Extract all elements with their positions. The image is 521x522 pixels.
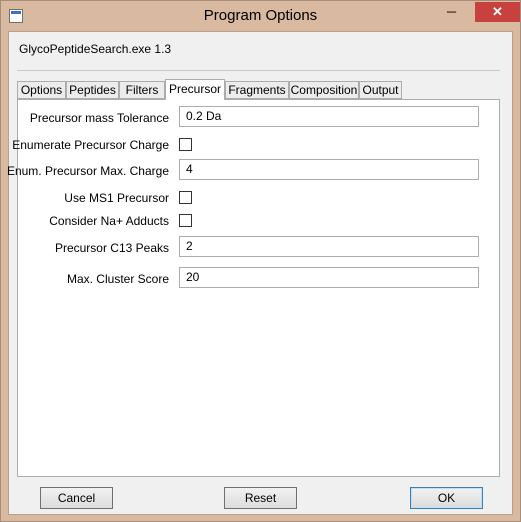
tab-composition[interactable]: Composition [289,81,359,99]
close-icon[interactable]: ✕ [475,2,520,22]
tab-options[interactable]: Options [17,81,66,99]
title-bar[interactable]: Program Options ─ ✕ [1,1,520,31]
enumerate-charge-label: Enumerate Precursor Charge [12,138,169,152]
tab-fragments[interactable]: Fragments [225,81,289,99]
minimize-icon[interactable]: ─ [438,2,465,22]
max-cluster-label: Max. Cluster Score [66,272,169,286]
c13-peaks-label: Precursor C13 Peaks [54,241,169,255]
tab-filters[interactable]: Filters [119,81,165,99]
reset-button[interactable]: Reset [224,487,297,509]
enum-max-charge-label: Enum. Precursor Max. Charge [6,164,169,178]
tab-precursor[interactable]: Precursor [165,79,225,100]
dialog-client-area: GlycoPeptideSearch.exe 1.3 Options Pepti… [7,31,513,515]
tab-peptides[interactable]: Peptides [66,81,119,99]
enum-max-charge-input[interactable]: 4 [179,159,479,180]
na-adducts-checkbox[interactable] [179,214,192,227]
mass-tolerance-label: Precursor mass Tolerance [29,111,169,125]
use-ms1-checkbox[interactable] [179,191,192,204]
tab-output[interactable]: Output [359,81,402,99]
enumerate-charge-checkbox[interactable] [179,138,192,151]
max-cluster-input[interactable]: 20 [179,267,479,288]
c13-peaks-input[interactable]: 2 [179,236,479,257]
precursor-panel: Precursor mass Tolerance 0.2 Da Enumerat… [7,99,500,477]
app-version-label: GlycoPeptideSearch.exe 1.3 [19,42,172,56]
mass-tolerance-input[interactable]: 0.2 Da [179,106,479,127]
na-adducts-label: Consider Na+ Adducts [49,214,169,228]
cancel-button[interactable]: Cancel [40,487,113,509]
use-ms1-label: Use MS1 Precursor [64,191,169,205]
program-options-window: Program Options ─ ✕ GlycoPeptideSearch.e… [0,0,521,522]
separator [17,70,500,71]
ok-button[interactable]: OK [410,487,483,509]
